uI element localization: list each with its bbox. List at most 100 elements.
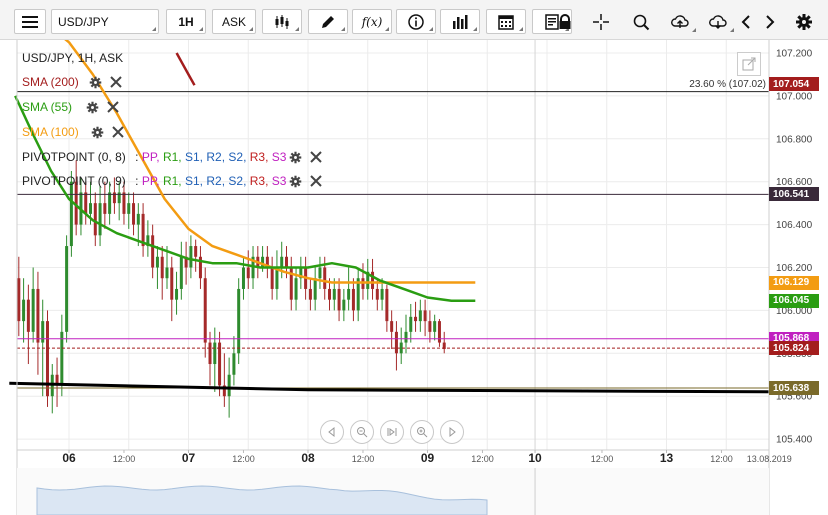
symbol-label: USD/JPY xyxy=(58,14,109,29)
pivot1-label[interactable]: PIVOTPOINT (0, 8) xyxy=(22,150,126,164)
download-button[interactable] xyxy=(700,9,736,34)
indicators-button[interactable]: f(x) xyxy=(352,9,392,34)
crosshair-button[interactable] xyxy=(586,9,616,34)
pivot-r3: R3, xyxy=(249,174,269,188)
legend-title: USD/JPY, 1H, ASK xyxy=(22,51,124,65)
price-type-selector[interactable]: ASK xyxy=(212,9,256,34)
candle-body xyxy=(203,278,207,343)
pivot-s3: S3 xyxy=(271,150,287,164)
gear-icon[interactable] xyxy=(289,151,302,164)
close-icon[interactable] xyxy=(310,175,323,187)
legend-sma200-row: SMA (200) xyxy=(22,73,122,91)
scroll-left-button[interactable] xyxy=(736,9,756,34)
settings-button[interactable] xyxy=(792,9,816,34)
candle-body xyxy=(342,299,346,311)
y-tick-label: 107.000 xyxy=(776,91,813,102)
gear-icon[interactable] xyxy=(86,101,99,114)
candlestick-icon xyxy=(275,14,289,29)
x-tick-label: 06 xyxy=(62,451,76,465)
candle-body xyxy=(213,342,217,365)
candle-body xyxy=(36,288,40,343)
candle-body xyxy=(84,192,88,214)
info-button[interactable] xyxy=(396,9,436,34)
zoom-out-button[interactable] xyxy=(350,420,374,444)
x-tick-label: 08 xyxy=(301,451,315,465)
pivot-pp: PP, xyxy=(141,174,160,188)
lock-button[interactable] xyxy=(548,9,582,34)
candle-body xyxy=(394,331,398,354)
candle-body xyxy=(17,278,21,322)
candle-body xyxy=(318,267,322,279)
function-label: f(x) xyxy=(361,14,383,29)
x-tick-label: 09 xyxy=(421,451,435,465)
y-tick-label: 107.200 xyxy=(776,49,813,60)
x-tick-label: 12:00 xyxy=(591,454,614,464)
calendar-button[interactable] xyxy=(486,9,526,34)
price-tag: 107.054 xyxy=(769,77,819,92)
menu-button[interactable] xyxy=(14,9,46,34)
chart-type-button[interactable] xyxy=(262,9,302,34)
x-tick-label: 10 xyxy=(528,451,542,465)
gear-icon[interactable] xyxy=(89,76,102,89)
scroll-forward-button[interactable] xyxy=(440,420,464,444)
reset-zoom-button[interactable] xyxy=(380,420,404,444)
chevron-left-icon xyxy=(741,14,750,29)
close-icon[interactable] xyxy=(109,76,122,88)
x-tick-label: 07 xyxy=(182,451,196,465)
pivot-separator: : xyxy=(131,174,142,188)
candle-body xyxy=(308,288,312,300)
candle-body xyxy=(175,288,179,300)
pivot-s1: S1, xyxy=(185,174,204,188)
pivot-s2: S2, xyxy=(228,150,247,164)
close-icon[interactable] xyxy=(310,151,323,163)
volume-button[interactable] xyxy=(440,9,480,34)
legend-sma55-row: SMA (55) xyxy=(22,98,119,116)
close-icon[interactable] xyxy=(111,126,124,138)
cloud-upload-icon xyxy=(671,14,689,28)
candle-body xyxy=(41,321,45,343)
candle-body xyxy=(347,288,351,300)
x-tick-label: 13.08.2019 xyxy=(747,454,792,464)
symbol-selector[interactable]: USD/JPY xyxy=(51,9,159,34)
y-tick-label: 106.800 xyxy=(776,134,813,145)
legend-pivot2-row: PIVOTPOINT (0, 9) : PP, R1, S1, R2, S2, … xyxy=(22,172,323,190)
gear-icon[interactable] xyxy=(91,126,104,139)
zoom-button[interactable] xyxy=(624,9,658,34)
candle-body xyxy=(103,203,107,214)
candle-body xyxy=(136,213,140,225)
pivot-r2: R2, xyxy=(206,174,226,188)
timeframe-selector[interactable]: 1H xyxy=(166,9,206,34)
expand-button[interactable] xyxy=(737,52,761,76)
x-tick-label: 12:00 xyxy=(710,454,733,464)
candle-body xyxy=(132,203,136,225)
pivot-s3: S3 xyxy=(271,174,287,188)
expand-icon xyxy=(742,57,756,71)
zoom-in-button[interactable] xyxy=(410,420,434,444)
price-type-label: ASK xyxy=(221,14,246,29)
chart-area[interactable]: 107.200 107.000 106.800 106.600 106.400 106.2… xyxy=(0,40,828,515)
candle-body xyxy=(237,288,241,354)
timeframe-label: 1H xyxy=(178,14,194,29)
candle-body xyxy=(155,256,159,268)
pivot-r2: R2, xyxy=(206,150,226,164)
candle-body xyxy=(218,342,222,386)
candle-body xyxy=(390,321,394,332)
candle-body xyxy=(22,299,26,322)
gear-icon[interactable] xyxy=(289,175,302,188)
scroll-back-button[interactable] xyxy=(320,420,344,444)
sma200-label[interactable]: SMA (200) xyxy=(22,75,79,89)
close-icon[interactable] xyxy=(107,101,119,113)
sma100-label[interactable]: SMA (100) xyxy=(22,125,79,139)
scroll-right-button[interactable] xyxy=(760,9,780,34)
price-tag: 106.541 xyxy=(769,187,819,202)
candle-body xyxy=(261,256,265,268)
candle-body xyxy=(313,278,317,300)
bar-chart-icon xyxy=(453,14,468,29)
candle-body xyxy=(418,310,422,322)
sma55-label[interactable]: SMA (55) xyxy=(22,100,72,114)
draw-tool-button[interactable] xyxy=(308,9,348,34)
candle-body xyxy=(409,316,413,332)
pivot2-label[interactable]: PIVOTPOINT (0, 9) xyxy=(22,174,126,188)
upload-button[interactable] xyxy=(662,9,698,34)
candle-body xyxy=(160,256,164,279)
